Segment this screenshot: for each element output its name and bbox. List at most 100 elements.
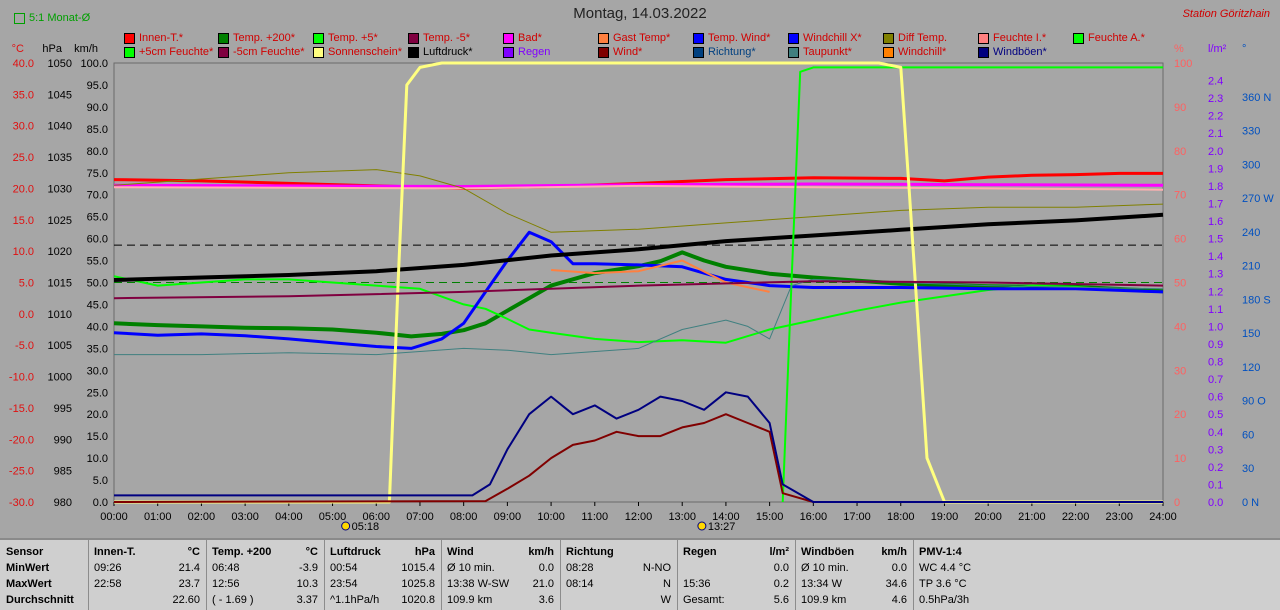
chart-title: Montag, 14.03.2022 (573, 5, 707, 22)
y-tick-label-rain: 1.8 (1208, 181, 1223, 193)
row-label-avg: Durchschnitt (6, 594, 74, 606)
y-tick-label-direction: 330 (1242, 126, 1260, 138)
y-tick-label-humidity: 0 (1174, 497, 1180, 509)
x-tick-label: 22:00 (1062, 511, 1090, 523)
y-tick-label-pressure: 1045 (48, 89, 72, 101)
stats-cell-label: 00:54 (330, 562, 358, 574)
stats-cell-value: 21.4 (178, 562, 200, 574)
sunset-icon (697, 521, 707, 531)
legend-item[interactable]: +5cm Feuchte* (124, 46, 213, 58)
stats-cell-row: 08:14 N (560, 576, 677, 592)
y-tick-label-wind: 55.0 (87, 256, 108, 268)
stats-column: Innen-T. °C 09:26 21.4 22:58 23.7 22.60 (88, 540, 207, 610)
legend-swatch (788, 46, 799, 58)
legend-item[interactable]: Temp. +5* (313, 32, 378, 44)
sunrise-icon (341, 521, 351, 531)
y-tick-label-rain: 0.8 (1208, 357, 1223, 369)
y-tick-label-rain: 1.5 (1208, 234, 1223, 246)
legend-item[interactable]: Windchill* (883, 46, 946, 58)
stats-cell-label: Gesamt: (683, 594, 725, 606)
y-tick-label-direction: 270 W (1242, 193, 1274, 205)
sunrise-label: 05:18 (352, 521, 380, 533)
legend-item[interactable]: Gast Temp* (598, 32, 670, 44)
stats-cell-label: ( - 1.69 ) (212, 594, 254, 606)
stats-cell-row: 09:26 21.4 (88, 560, 206, 576)
legend-item[interactable]: Richtung* (693, 46, 756, 58)
legend-swatch (693, 46, 704, 58)
x-tick-label: 12:00 (625, 511, 653, 523)
y-tick-label-wind: 85.0 (87, 124, 108, 136)
y-tick-label-temp: 0.0 (19, 309, 34, 321)
y-tick-label-rain: 0.1 (1208, 479, 1223, 491)
stats-cell-row: 08:28 N-NO (560, 560, 677, 576)
legend-item[interactable]: Diff Temp. (883, 32, 947, 44)
legend-item[interactable]: Feuchte I.* (978, 32, 1046, 44)
legend-swatch (313, 32, 324, 44)
stats-cell-value: N-NO (642, 562, 671, 574)
legend-item[interactable]: Windchill X* (788, 32, 862, 44)
y-tick-label-pressure: 995 (54, 403, 72, 415)
y-tick-label-pressure: 1050 (48, 58, 72, 70)
legend-label: Windböen* (993, 46, 1047, 58)
y-tick-label-humidity: 40 (1174, 321, 1186, 333)
legend-item[interactable]: Regen (503, 46, 550, 58)
x-tick-label: 16:00 (800, 511, 828, 523)
legend-item[interactable]: -5cm Feuchte* (218, 46, 305, 58)
y-tick-label-rain: 0.7 (1208, 374, 1223, 386)
y-tick-label-direction: 300 (1242, 159, 1260, 171)
legend-item[interactable]: Luftdruck* (408, 46, 473, 58)
stats-header: Richtung (560, 544, 677, 560)
y-tick-label-wind: 90.0 (87, 102, 108, 114)
legend-item[interactable]: Taupunkt* (788, 46, 852, 58)
stats-cell-value: 34.6 (885, 578, 907, 590)
stats-cell-row: 23:54 1025.8 (324, 576, 441, 592)
legend-item[interactable]: Bad* (503, 32, 542, 44)
stats-cell-value: 3.37 (296, 594, 318, 606)
legend-label: Temp. -5* (423, 32, 471, 44)
stats-cell-label: Ø 10 min. (801, 562, 849, 574)
x-tick-label: 19:00 (931, 511, 959, 523)
stats-cell-row: ^1.1hPa/h 1020.8 (324, 592, 441, 608)
stats-cell-row: Gesamt: 5.6 (677, 592, 795, 608)
legend-swatch (503, 32, 514, 44)
y-tick-label-rain: 2.1 (1208, 128, 1223, 140)
legend-swatch (124, 32, 135, 44)
stats-cell-value: N (663, 578, 671, 590)
y-tick-label-rain: 1.9 (1208, 163, 1223, 175)
stats-cell-label: 22:58 (94, 578, 122, 590)
stats-cell-row: 109.9 km 4.6 (795, 592, 913, 608)
legend-swatch (693, 32, 704, 44)
stats-cell-label: Ø 10 min. (447, 562, 495, 574)
legend-item[interactable]: Temp. -5* (408, 32, 470, 44)
y-tick-label-direction: 90 O (1242, 396, 1266, 408)
y-tick-label-wind: 0.0 (93, 497, 108, 509)
y-tick-label-wind: 25.0 (87, 387, 108, 399)
legend-item[interactable]: Windböen* (978, 46, 1047, 58)
y-tick-label-humidity: 20 (1174, 409, 1186, 421)
y-tick-label-temp: 25.0 (13, 152, 34, 164)
axis-unit-humidity: % (1174, 43, 1184, 55)
legend-item[interactable]: Temp. Wind* (693, 32, 770, 44)
x-tick-label: 15:00 (756, 511, 784, 523)
legend-label: Taupunkt* (803, 46, 852, 58)
stats-cell-label: 12:56 (212, 578, 240, 590)
stats-cell-value: 3.6 (538, 594, 554, 606)
legend-item[interactable]: Wind* (598, 46, 642, 58)
stats-header: Wind km/h (441, 544, 560, 560)
y-tick-label-temp: 40.0 (13, 58, 34, 70)
legend-item[interactable]: Innen-T.* (124, 32, 183, 44)
legend-item[interactable]: Sonnenschein* (313, 46, 402, 58)
stats-cell-label: 0.5hPa/3h (919, 594, 970, 606)
stats-header-unit: km/h (528, 546, 554, 558)
legend-label: Sonnenschein* (328, 46, 403, 58)
y-tick-label-humidity: 10 (1174, 453, 1186, 465)
y-tick-label-wind: 100.0 (80, 58, 108, 70)
y-tick-label-humidity: 90 (1174, 102, 1186, 114)
y-tick-label-wind: 30.0 (87, 365, 108, 377)
y-tick-label-humidity: 60 (1174, 234, 1186, 246)
legend-item[interactable]: Temp. +200* (218, 32, 295, 44)
y-tick-label-humidity: 30 (1174, 365, 1186, 377)
y-tick-label-pressure: 1015 (48, 278, 72, 290)
legend-item[interactable]: Feuchte A.* (1073, 32, 1145, 44)
axis-unit-wind: km/h (74, 43, 98, 55)
